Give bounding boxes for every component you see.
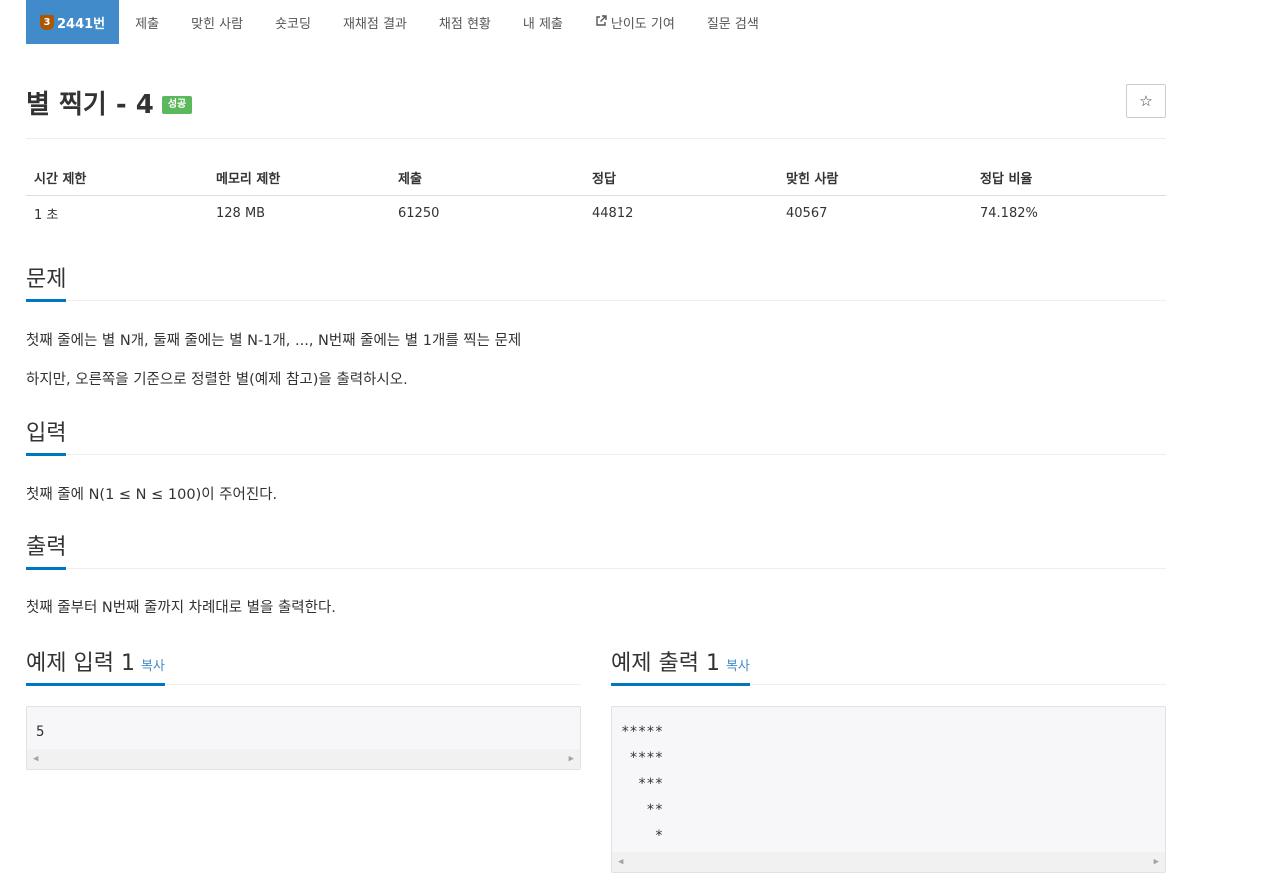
divider bbox=[26, 138, 1166, 139]
tab-label: 채점 현황 bbox=[438, 16, 491, 32]
tab-label: 난이도 기여 bbox=[610, 16, 675, 32]
sample-input-content: 5 bbox=[36, 724, 45, 740]
section-title: 예제 입력 1 bbox=[26, 651, 135, 676]
sample-output-heading: 예제 출력 1 복사 bbox=[611, 645, 1166, 686]
tab-judge-status[interactable]: 채점 현황 bbox=[423, 0, 507, 44]
submissions-value: 61250 bbox=[398, 206, 440, 222]
problem-section-heading: 문제 bbox=[26, 261, 1166, 302]
problem-page: 3 2441번 제출 맞힌 사람 숏코딩 재채점 결과 채점 현황 내 제출 난… bbox=[0, 0, 1266, 877]
header-solved-users: 맞힌 사람 bbox=[778, 160, 972, 196]
section-title: 출력 bbox=[26, 529, 67, 570]
sample-output-box[interactable]: ***** **** *** ** * ◀ ▶ bbox=[611, 706, 1166, 873]
problem-description-line: 첫째 줄에는 별 N개, 둘째 줄에는 별 N-1개, ..., N번째 줄에는… bbox=[26, 333, 522, 349]
copy-sample-output-button[interactable]: 복사 bbox=[726, 659, 750, 674]
input-description: 첫째 줄에 N(1 ≤ N ≤ 100)이 주어진다. bbox=[26, 487, 278, 503]
external-link-icon bbox=[595, 14, 607, 30]
problem-info-table: 시간 제한 메모리 제한 제출 정답 맞힌 사람 정답 비율 1 초 128 M… bbox=[26, 160, 1166, 232]
scroll-left-icon[interactable]: ◀ bbox=[33, 754, 38, 764]
section-title: 예제 출력 1 bbox=[611, 651, 720, 676]
sample-input-title: 예제 입력 1 복사 bbox=[26, 645, 165, 686]
tab-label: 내 제출 bbox=[522, 16, 563, 32]
section-title: 문제 bbox=[26, 261, 67, 302]
header-submissions: 제출 bbox=[390, 160, 584, 196]
accept-ratio-value: 74.182% bbox=[980, 206, 1038, 222]
horizontal-scrollbar[interactable]: ◀ ▶ bbox=[27, 749, 580, 769]
solved-users-value: 40567 bbox=[786, 206, 828, 222]
header-memory-limit: 메모리 제한 bbox=[208, 160, 390, 196]
output-section-heading: 출력 bbox=[26, 529, 1166, 570]
favorite-star-button[interactable]: ☆ bbox=[1126, 84, 1166, 118]
tab-rejudge-results[interactable]: 재채점 결과 bbox=[327, 0, 423, 44]
page-title: 별 찍기 - 4 성공 bbox=[26, 86, 193, 120]
tab-label: 제출 bbox=[135, 16, 160, 32]
tab-label: 맞힌 사람 bbox=[191, 16, 244, 32]
tab-submit[interactable]: 제출 bbox=[119, 0, 175, 44]
sample-output-content: ***** **** *** ** * bbox=[621, 724, 664, 844]
problem-tabs: 3 2441번 제출 맞힌 사람 숏코딩 재채점 결과 채점 현황 내 제출 난… bbox=[26, 0, 775, 44]
sample-output-title: 예제 출력 1 복사 bbox=[611, 645, 750, 686]
result-badge: 성공 bbox=[161, 96, 193, 114]
header-accepted: 정답 bbox=[584, 160, 778, 196]
tab-solved-users[interactable]: 맞힌 사람 bbox=[175, 0, 259, 44]
tab-question-search[interactable]: 질문 검색 bbox=[691, 0, 775, 44]
scroll-right-icon[interactable]: ▶ bbox=[569, 754, 574, 764]
scroll-right-icon[interactable]: ▶ bbox=[1154, 857, 1159, 867]
divider bbox=[26, 300, 1166, 301]
problem-description-line: 하지만, 오른쪽을 기준으로 정렬한 별(예제 참고)을 출력하시오. bbox=[26, 372, 408, 388]
memory-limit-value: 128 MB bbox=[216, 206, 266, 222]
tab-short-coding[interactable]: 숏코딩 bbox=[259, 0, 327, 44]
sample-input-heading: 예제 입력 1 복사 bbox=[26, 645, 581, 686]
horizontal-scrollbar[interactable]: ◀ ▶ bbox=[612, 852, 1165, 872]
tab-my-submissions[interactable]: 내 제출 bbox=[507, 0, 579, 44]
divider bbox=[26, 454, 1166, 455]
section-title: 입력 bbox=[26, 415, 67, 456]
header-time-limit: 시간 제한 bbox=[26, 160, 208, 196]
tab-label: 2441번 bbox=[57, 16, 106, 32]
time-limit-value: 1 초 bbox=[34, 208, 59, 224]
copy-sample-input-button[interactable]: 복사 bbox=[141, 659, 165, 674]
table-row: 1 초 128 MB 61250 44812 40567 74.182% bbox=[26, 196, 1166, 232]
divider bbox=[26, 568, 1166, 569]
tab-label: 숏코딩 bbox=[275, 16, 311, 32]
tab-label: 질문 검색 bbox=[706, 16, 759, 32]
table-header-row: 시간 제한 메모리 제한 제출 정답 맞힌 사람 정답 비율 bbox=[26, 160, 1166, 196]
tab-label: 재채점 결과 bbox=[342, 16, 407, 32]
tab-difficulty-contribution[interactable]: 난이도 기여 bbox=[579, 0, 691, 44]
input-section-heading: 입력 bbox=[26, 415, 1166, 456]
scroll-left-icon[interactable]: ◀ bbox=[618, 857, 623, 867]
header-accept-ratio: 정답 비율 bbox=[972, 160, 1166, 196]
output-description: 첫째 줄부터 N번째 줄까지 차례대로 별을 출력한다. bbox=[26, 600, 336, 616]
accepted-value: 44812 bbox=[592, 206, 634, 222]
tier-badge-icon: 3 bbox=[40, 14, 54, 30]
tab-problem[interactable]: 3 2441번 bbox=[26, 0, 120, 44]
star-icon: ☆ bbox=[1139, 92, 1153, 110]
sample-input-box[interactable]: 5 ◀ ▶ bbox=[26, 706, 581, 770]
problem-title: 별 찍기 - 4 bbox=[26, 89, 154, 120]
